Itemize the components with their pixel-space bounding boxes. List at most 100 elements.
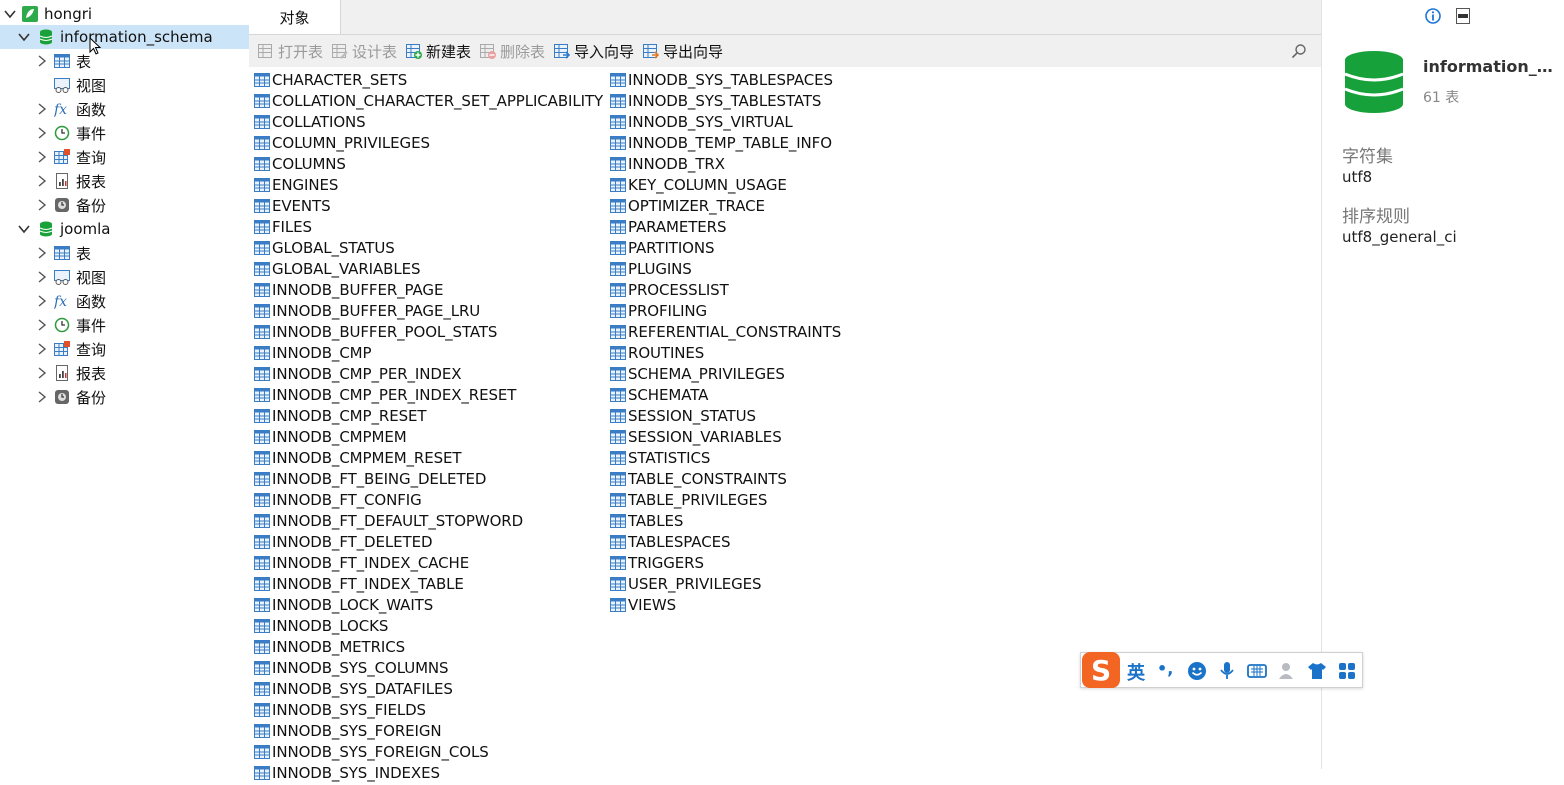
table-list-item[interactable]: INNODB_BUFFER_PAGE_LRU: [254, 300, 603, 321]
table-list-item[interactable]: PROFILING: [610, 300, 841, 321]
table-list-item[interactable]: INNODB_SYS_TABLESTATS: [610, 90, 841, 111]
table-list-item[interactable]: SESSION_STATUS: [610, 405, 841, 426]
table-list-item[interactable]: INNODB_BUFFER_POOL_STATS: [254, 321, 603, 342]
chevron-down-icon[interactable]: [18, 223, 30, 235]
table-list-item[interactable]: TABLE_CONSTRAINTS: [610, 468, 841, 489]
chevron-down-icon[interactable]: [4, 8, 16, 20]
table-list-item[interactable]: TABLESPACES: [610, 531, 841, 552]
table-list-item[interactable]: INNODB_SYS_COLUMNS: [254, 657, 603, 678]
database-node-joomla[interactable]: joomla: [0, 217, 249, 241]
table-list-item[interactable]: SCHEMATA: [610, 384, 841, 405]
table-list-item[interactable]: PROCESSLIST: [610, 279, 841, 300]
table-list-item[interactable]: COLLATIONS: [254, 111, 603, 132]
user-icon[interactable]: [1277, 661, 1297, 681]
tree-item-functions[interactable]: fx 函数: [0, 97, 249, 121]
table-list-item[interactable]: ROUTINES: [610, 342, 841, 363]
table-list-item[interactable]: INNODB_CMPMEM: [254, 426, 603, 447]
ime-punctuation-toggle[interactable]: •,: [1157, 659, 1177, 679]
table-list-item[interactable]: GLOBAL_VARIABLES: [254, 258, 603, 279]
emoji-icon[interactable]: [1187, 661, 1207, 681]
tree-item-events[interactable]: 事件: [0, 121, 249, 145]
table-list-item[interactable]: FILES: [254, 216, 603, 237]
table-list-item[interactable]: TABLES: [610, 510, 841, 531]
table-list-item[interactable]: PARTITIONS: [610, 237, 841, 258]
table-list-item[interactable]: INNODB_SYS_VIRTUAL: [610, 111, 841, 132]
chevron-right-icon[interactable]: [36, 319, 48, 331]
table-list-item[interactable]: INNODB_SYS_FOREIGN_COLS: [254, 741, 603, 762]
skin-shirt-icon[interactable]: [1307, 661, 1327, 681]
table-list-item[interactable]: INNODB_CMP_PER_INDEX: [254, 363, 603, 384]
table-list-item[interactable]: INNODB_SYS_TABLESPACES: [610, 69, 841, 90]
table-list-item[interactable]: INNODB_SYS_FOREIGN: [254, 720, 603, 741]
table-list-item[interactable]: INNODB_FT_INDEX_CACHE: [254, 552, 603, 573]
table-list-item[interactable]: INNODB_SYS_INDEXES: [254, 762, 603, 783]
tree-item-queries[interactable]: 查询: [0, 337, 249, 361]
table-list-item[interactable]: INNODB_METRICS: [254, 636, 603, 657]
chevron-right-icon[interactable]: [36, 55, 48, 67]
chevron-right-icon[interactable]: [36, 295, 48, 307]
ime-language-toggle[interactable]: 英: [1127, 659, 1145, 685]
table-list-item[interactable]: EVENTS: [254, 195, 603, 216]
tree-item-tables[interactable]: 表: [0, 49, 249, 73]
table-list-item[interactable]: STATISTICS: [610, 447, 841, 468]
table-list-item[interactable]: USER_PRIVILEGES: [610, 573, 841, 594]
tree-item-backups[interactable]: 备份: [0, 193, 249, 217]
keyboard-icon[interactable]: [1247, 661, 1267, 681]
table-list-item[interactable]: REFERENTIAL_CONSTRAINTS: [610, 321, 841, 342]
table-list-item[interactable]: VIEWS: [610, 594, 841, 615]
chevron-down-icon[interactable]: [18, 31, 30, 43]
tree-item-views[interactable]: 视图: [0, 265, 249, 289]
table-list-item[interactable]: INNODB_FT_INDEX_TABLE: [254, 573, 603, 594]
open-table-button[interactable]: 打开表: [258, 41, 323, 61]
table-list-item[interactable]: INNODB_CMP_RESET: [254, 405, 603, 426]
toolbox-grid-icon[interactable]: [1337, 661, 1357, 681]
tree-item-events[interactable]: 事件: [0, 313, 249, 337]
chevron-right-icon[interactable]: [36, 151, 48, 163]
table-list-item[interactable]: CHARACTER_SETS: [254, 69, 603, 90]
table-list-item[interactable]: INNODB_FT_CONFIG: [254, 489, 603, 510]
table-list-item[interactable]: INNODB_SYS_FIELDS: [254, 699, 603, 720]
tab-objects[interactable]: 对象: [249, 0, 341, 34]
table-list-item[interactable]: INNODB_CMPMEM_RESET: [254, 447, 603, 468]
table-list-item[interactable]: PLUGINS: [610, 258, 841, 279]
table-list-item[interactable]: INNODB_TRX: [610, 153, 841, 174]
tree-item-tables[interactable]: 表: [0, 241, 249, 265]
chevron-right-icon[interactable]: [36, 247, 48, 259]
table-list-item[interactable]: INNODB_LOCK_WAITS: [254, 594, 603, 615]
table-list-item[interactable]: COLUMN_PRIVILEGES: [254, 132, 603, 153]
table-list-item[interactable]: INNODB_CMP_PER_INDEX_RESET: [254, 384, 603, 405]
tree-item-reports[interactable]: 报表: [0, 169, 249, 193]
sogou-logo-icon[interactable]: S: [1081, 651, 1121, 689]
table-list-item[interactable]: SESSION_VARIABLES: [610, 426, 841, 447]
chevron-right-icon[interactable]: [36, 199, 48, 211]
connection-node-hongri[interactable]: hongri: [0, 2, 249, 26]
table-list-item[interactable]: INNODB_FT_BEING_DELETED: [254, 468, 603, 489]
design-table-button[interactable]: 设计表: [332, 41, 397, 61]
chevron-right-icon[interactable]: [36, 175, 48, 187]
table-list-item[interactable]: INNODB_SYS_DATAFILES: [254, 678, 603, 699]
tree-item-queries[interactable]: 查询: [0, 145, 249, 169]
table-list-item[interactable]: SCHEMA_PRIVILEGES: [610, 363, 841, 384]
table-list-item[interactable]: GLOBAL_STATUS: [254, 237, 603, 258]
table-list-item[interactable]: INNODB_FT_DELETED: [254, 531, 603, 552]
delete-table-button[interactable]: 删除表: [480, 41, 545, 61]
info-icon[interactable]: [1425, 8, 1441, 24]
tree-item-views[interactable]: 视图: [0, 73, 249, 97]
import-wizard-button[interactable]: 导入向导: [554, 41, 634, 61]
table-list-item[interactable]: INNODB_LOCKS: [254, 615, 603, 636]
table-list-item[interactable]: COLLATION_CHARACTER_SET_APPLICABILITY: [254, 90, 603, 111]
database-node-information-schema[interactable]: information_schema: [0, 25, 249, 49]
table-list-item[interactable]: INNODB_BUFFER_PAGE: [254, 279, 603, 300]
chevron-right-icon[interactable]: [36, 103, 48, 115]
search-icon[interactable]: [1291, 43, 1307, 59]
microphone-icon[interactable]: [1217, 661, 1237, 681]
table-list-item[interactable]: TABLE_PRIVILEGES: [610, 489, 841, 510]
chevron-right-icon[interactable]: [36, 271, 48, 283]
table-list-item[interactable]: KEY_COLUMN_USAGE: [610, 174, 841, 195]
table-list-item[interactable]: INNODB_FT_DEFAULT_STOPWORD: [254, 510, 603, 531]
export-wizard-button[interactable]: 导出向导: [643, 41, 723, 61]
table-list-item[interactable]: COLUMNS: [254, 153, 603, 174]
table-list-item[interactable]: TRIGGERS: [610, 552, 841, 573]
ddl-icon[interactable]: [1455, 8, 1471, 24]
chevron-right-icon[interactable]: [36, 367, 48, 379]
